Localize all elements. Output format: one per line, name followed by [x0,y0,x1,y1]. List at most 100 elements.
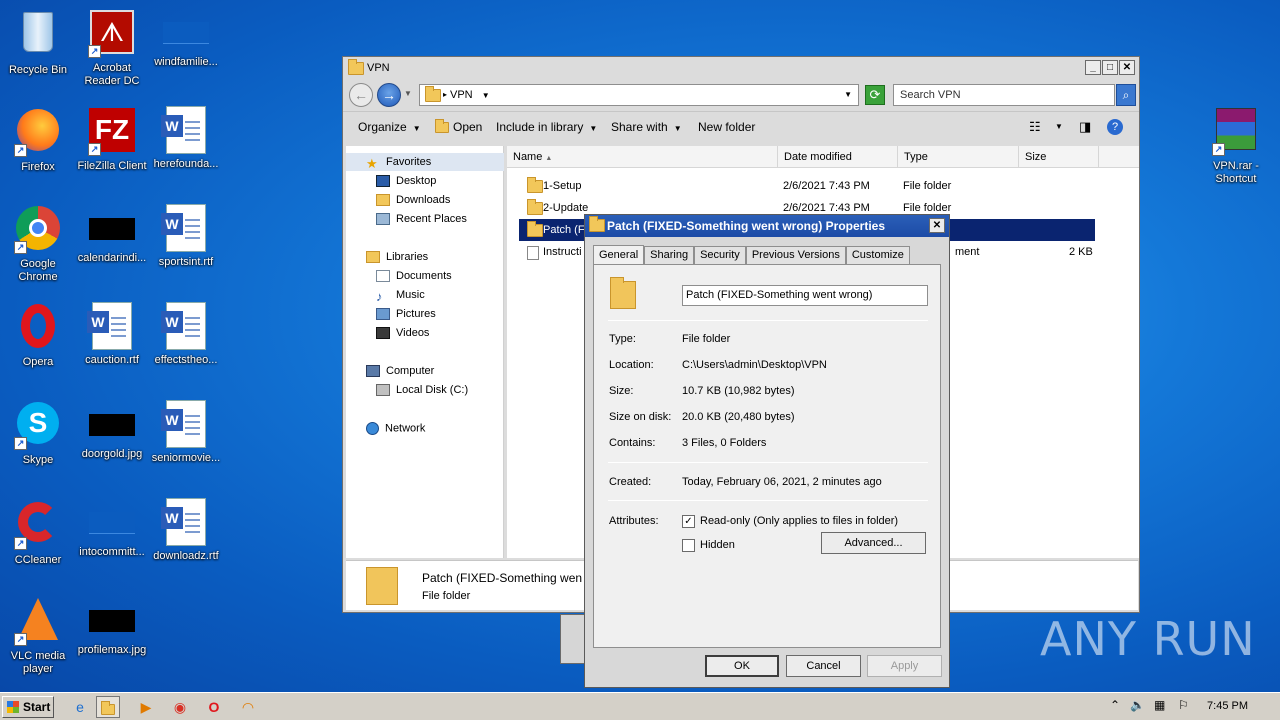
desktop-icon-recycle-bin[interactable]: Recycle Bin [0,8,76,77]
nav-network[interactable]: Network [366,422,425,435]
shortcut-arrow-icon: ↗ [14,241,27,254]
minimize-button[interactable]: _ [1085,60,1101,75]
clock[interactable]: 7:45 PM [1207,700,1248,712]
tab-sharing[interactable]: Sharing [644,246,695,265]
tab-customize[interactable]: Customize [845,246,910,265]
share-with-button[interactable]: Share with ▼ [611,120,682,134]
volume-icon[interactable]: 🔈 [1130,698,1145,712]
recent-places-icon [376,213,390,226]
show-hidden-icons-icon[interactable]: ⌃ [1110,698,1120,712]
desktop-icon-effectstheo[interactable]: effectstheo... [148,302,224,367]
libraries-icon [366,251,380,264]
desktop-icon-seniormovie[interactable]: seniormovie... [148,400,224,465]
desktop-icon-vlc[interactable]: ↗ VLC media player [0,596,76,676]
column-header-date[interactable]: Date modified [778,146,898,168]
readonly-checkbox[interactable]: ✓ [682,515,695,528]
help-icon[interactable]: ? [1107,119,1123,135]
image-thumbnail-icon [89,512,135,534]
nav-desktop[interactable]: Desktop [376,175,436,188]
column-header-type[interactable]: Type [898,146,1019,168]
avast-icon[interactable]: ◠ [236,696,260,718]
media-player-icon[interactable]: ▶ [134,696,158,718]
opera-icon [14,304,62,352]
internet-explorer-icon[interactable]: e [68,696,92,718]
include-in-library-button[interactable]: Include in library ▼ [496,120,597,134]
desktop-icon-ccleaner[interactable]: ↗ CCleaner [0,498,76,567]
shortcut-arrow-icon: ↗ [14,144,27,157]
close-button[interactable]: ✕ [929,218,945,233]
tab-security[interactable]: Security [694,246,746,265]
desktop-icon-profilemax[interactable]: profilemax.jpg [74,596,150,657]
nav-recent-places[interactable]: Recent Places [376,213,467,226]
large-folder-icon [366,567,398,605]
properties-title: Patch (FIXED-Something went wrong) Prope… [607,219,886,233]
size-label: Size: [609,385,634,397]
forward-button[interactable]: → [377,83,401,107]
nav-videos[interactable]: Videos [376,327,429,340]
nav-pictures[interactable]: Pictures [376,308,436,321]
chevron-down-icon[interactable]: ▼ [1055,122,1063,131]
desktop-icon-acrobat[interactable]: ᗑ ↗ Acrobat Reader DC [74,8,150,88]
column-header-size[interactable]: Size [1019,146,1099,168]
cancel-button[interactable]: Cancel [786,655,861,677]
advanced-button[interactable]: Advanced... [821,532,926,554]
chrome-taskbar-icon[interactable]: ◉ [168,696,192,718]
desktop-icon-windfamilie[interactable]: windfamilie... [148,8,224,69]
search-input[interactable]: Search VPN [893,84,1115,106]
preview-pane-icon[interactable]: ◨ [1079,119,1091,135]
desktop-icon-firefox[interactable]: ↗ Firefox [0,106,76,174]
view-options-icon[interactable]: ☷ [1029,119,1041,135]
new-folder-button[interactable]: New folder [698,120,755,134]
ok-button[interactable]: OK [705,655,779,677]
refresh-button[interactable]: ⟳ [865,85,885,105]
tab-previous-versions[interactable]: Previous Versions [745,246,846,265]
address-bar[interactable]: ▸ VPN ▼ ▼ [419,84,859,106]
hidden-checkbox[interactable] [682,539,695,552]
desktop-icon-skype[interactable]: S ↗ Skype [0,400,76,467]
close-button[interactable]: ✕ [1119,60,1135,75]
folder-name-input[interactable]: Patch (FIXED-Something went wrong) [682,285,928,306]
folder-icon [435,119,449,134]
nav-local-disk[interactable]: Local Disk (C:) [376,384,468,397]
nav-music[interactable]: ♪ Music [376,289,425,304]
nav-downloads[interactable]: Downloads [376,194,450,207]
desktop-icon-downloadz[interactable]: downloadz.rtf [148,498,224,563]
explorer-titlebar[interactable]: VPN _ □ ✕ [343,57,1139,79]
apply-button[interactable]: Apply [867,655,942,677]
nav-computer[interactable]: Computer [366,365,434,378]
maximize-button[interactable]: □ [1102,60,1118,75]
file-row[interactable]: 1-Setup 2/6/2021 7:43 PM File folder [507,175,1137,197]
organize-button[interactable]: Organize ▼ [358,120,421,134]
start-button[interactable]: Start [2,696,54,718]
column-header-name[interactable]: Name ▲ [507,146,778,168]
desktop-icon-cauction[interactable]: cauction.rtf [74,302,150,367]
desktop-icon-filezilla[interactable]: FZ ↗ FileZilla Client [74,106,150,173]
tab-general[interactable]: General [593,245,645,265]
address-dropdown-icon[interactable]: ▼ [844,85,852,105]
folder-icon [527,221,543,237]
nav-favorites[interactable]: ★ Favorites [366,156,431,171]
properties-titlebar[interactable]: Patch (FIXED-Something went wrong) Prope… [585,215,949,237]
text-file-icon [527,246,539,260]
desktop-icon-calendarindi[interactable]: calendarindi... [74,204,150,265]
network-status-icon[interactable]: ▦ [1154,698,1165,712]
opera-taskbar-icon[interactable]: O [202,696,226,718]
nav-documents[interactable]: Documents [376,270,452,283]
explorer-taskbar-icon[interactable] [96,696,120,718]
desktop-icon-vpn-rar[interactable]: ↗ VPN.rar - Shortcut [1198,106,1274,186]
desktop-icon-opera[interactable]: Opera [0,302,76,369]
desktop-icon-doorgold[interactable]: doorgold.jpg [74,400,150,461]
nav-libraries[interactable]: Libraries [366,251,428,264]
action-center-flag-icon[interactable]: ⚐ [1178,698,1189,712]
search-icon[interactable]: ⌕ [1116,84,1136,106]
desktop-icon-sportsint[interactable]: sportsint.rtf [148,204,224,269]
recent-pages-chevron-icon[interactable]: ▼ [404,89,412,98]
desktop-icon-chrome[interactable]: ↗ Google Chrome [0,204,76,284]
properties-dialog[interactable]: Patch (FIXED-Something went wrong) Prope… [584,214,950,688]
desktop-icon-intocommitt[interactable]: intocommitt... [74,498,150,559]
breadcrumb-chevron-icon[interactable]: ▸ [443,85,447,105]
desktop-icon-herefounda[interactable]: herefounda... [148,106,224,171]
back-button[interactable]: ← [349,83,373,107]
chevron-down-icon[interactable]: ▼ [482,91,490,100]
open-button[interactable]: Open [435,119,482,134]
